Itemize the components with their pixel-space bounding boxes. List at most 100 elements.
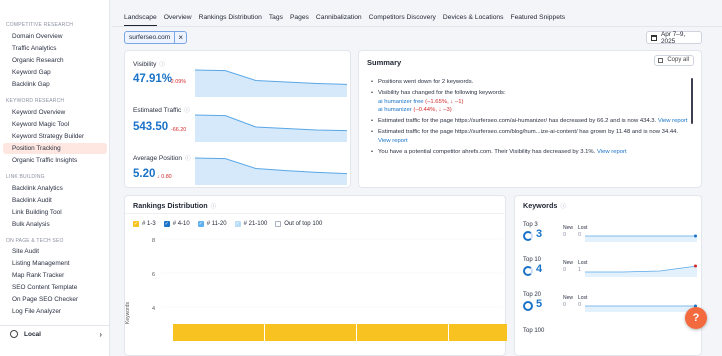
summary-list: Positions went down for 2 keywords. Visi… [371, 78, 691, 159]
tab-rankings-distribution[interactable]: Rankings Distribution [199, 12, 262, 26]
chart-bar[interactable] [265, 324, 356, 341]
metric-delta: -2.09% [169, 79, 187, 85]
sidebar-item-log-file-analyzer[interactable]: Log File Analyzer [3, 306, 107, 317]
summary-scrollbar[interactable] [691, 78, 693, 124]
sidebar-item-link-building-tool[interactable]: Link Building Tool [3, 207, 107, 218]
sidebar-item-keyword-overview[interactable]: Keyword Overview [3, 107, 107, 118]
summary-item: Estimated traffic for the page https://s… [371, 128, 691, 145]
sidebar-item-organic-traffic-insights[interactable]: Organic Traffic Insights [3, 155, 107, 166]
metric-label: Average Position [133, 155, 183, 162]
sidebar-item-backlink-gap[interactable]: Backlink Gap [3, 79, 107, 90]
sidebar-item-backlink-audit[interactable]: Backlink Audit [3, 195, 107, 206]
sidebar-item-position-tracking[interactable]: Position Tracking [3, 143, 107, 154]
sparkline-area [585, 306, 697, 312]
keyword-row-top-20[interactable]: Top 20 5 New Lost 0 0 [523, 292, 699, 324]
keyword-row-top-10[interactable]: Top 10 4 New Lost 0 1 [523, 257, 699, 289]
checkbox-checked-icon: ✓ [133, 221, 139, 227]
rankings-distribution-card: Rankings Distribution ⓘ ✓ # 1-3 ✓ # 4-10 ✓ #… [124, 195, 507, 356]
rankings-title: Rankings Distribution ⓘ [133, 201, 216, 210]
chart-bar[interactable] [173, 324, 264, 341]
sidebar-item-domain-overview[interactable]: Domain Overview [3, 31, 107, 42]
sidebar-section-on-page-tech-seo: ON PAGE & TECH SEO [6, 238, 64, 244]
keyword-row-label: Top 100 [523, 328, 545, 334]
sidebar-item-local[interactable]: Local › [0, 325, 110, 342]
metric-value: 47.91% [133, 73, 173, 85]
metric-average-position: Average Position ⓘ [133, 154, 191, 162]
sidebar-item-map-rank-tracker[interactable]: Map Rank Tracker [3, 270, 107, 281]
metric-label: Visibility [133, 61, 157, 68]
legend-item-1-3[interactable]: ✓ # 1-3 [133, 221, 156, 227]
info-icon[interactable]: ⓘ [211, 204, 217, 210]
sidebar-item-bulk-analysis[interactable]: Bulk Analysis [3, 219, 107, 230]
summary-text: Estimated traffic for the page https://s… [378, 129, 679, 136]
chart-bar[interactable] [449, 324, 507, 341]
sidebar-item-seo-content-template[interactable]: SEO Content Template [3, 282, 107, 293]
summary-item: You have a potential competitor ahrefs.c… [371, 148, 691, 157]
tab-competitors-discovery[interactable]: Competitors Discovery [369, 12, 436, 26]
sidebar-section-keyword-research: KEYWORD RESEARCH [6, 98, 65, 104]
info-icon[interactable]: ⓘ [185, 156, 191, 162]
sidebar-item-listing-management[interactable]: Listing Management [3, 258, 107, 269]
metric-sparkline [195, 114, 347, 142]
chart-bar[interactable] [357, 324, 448, 341]
sidebar-item-keyword-magic-tool[interactable]: Keyword Magic Tool [3, 119, 107, 130]
legend-item-out-of-top-100[interactable]: Out of top 100 [275, 221, 322, 227]
metric-delta: ↓ 0.80 [157, 174, 172, 180]
view-report-link[interactable]: View report [658, 118, 688, 124]
checkbox-checked-icon: ✓ [197, 221, 204, 227]
legend-label: # 11-20 [206, 221, 227, 227]
progress-ring-icon [523, 266, 533, 276]
keyword-link[interactable]: ai humanizer [378, 107, 412, 113]
sidebar-item-on-page-seo-checker[interactable]: On Page SEO Checker [3, 294, 107, 305]
keyword-sparkline [585, 234, 697, 242]
legend-label: Out of top 100 [284, 221, 323, 227]
new-value: 0 [563, 232, 567, 238]
tab-devices-locations[interactable]: Devices & Locations [443, 12, 504, 26]
tab-featured-snippets[interactable]: Featured Snippets [511, 12, 566, 26]
close-icon[interactable]: × [174, 32, 186, 43]
info-icon[interactable]: ⓘ [159, 62, 165, 68]
rankings-divider [125, 213, 507, 214]
sidebar-item-keyword-strategy-builder[interactable]: Keyword Strategy Builder [3, 131, 107, 142]
tab-overview[interactable]: Overview [164, 12, 192, 26]
rankings-ylabel: Keywords [125, 302, 131, 324]
keyword-row-top-3[interactable]: Top 3 3 New Lost 0 0 [523, 222, 699, 254]
legend-item-21-100[interactable]: ✓ # 21-100 [234, 221, 267, 227]
lost-value: 1 [578, 267, 582, 273]
summary-item: Visibility has changed for the following… [371, 89, 691, 114]
copy-all-button[interactable]: Copy all [654, 55, 694, 66]
metric-delta: -66.20 [171, 127, 187, 133]
sidebar-item-backlink-analytics[interactable]: Backlink Analytics [3, 183, 107, 194]
tab-pages[interactable]: Pages [290, 12, 309, 26]
keyword-link[interactable]: ai humanizer free [378, 99, 424, 105]
domain-chip[interactable]: surferseo.com × [124, 31, 188, 44]
rankings-title-text: Rankings Distribution [133, 201, 208, 210]
metric-sparkline [195, 69, 347, 97]
view-report-link[interactable]: View report [378, 138, 408, 144]
info-icon[interactable]: ⓘ [560, 204, 566, 210]
help-button[interactable]: ? [685, 307, 707, 329]
legend-item-4-10[interactable]: ✓ # 4-10 [163, 221, 190, 227]
summary-text: Positions went down for 2 keywords. [378, 79, 474, 85]
metric-value: 543.50 [133, 121, 169, 133]
info-icon[interactable]: ⓘ [184, 108, 190, 114]
sidebar-item-traffic-analytics[interactable]: Traffic Analytics [3, 43, 107, 54]
keyword-row-top-100[interactable]: Top 100 [523, 328, 699, 356]
sidebar-item-organic-research[interactable]: Organic Research [3, 55, 107, 66]
y-tick-label: 6 [152, 272, 155, 278]
tab-cannibalization[interactable]: Cannibalization [316, 12, 362, 26]
sidebar-item-site-audit[interactable]: Site Audit [3, 246, 107, 257]
rankings-chart: Keywords 8 6 4 [125, 238, 507, 341]
sidebar-section-link-building: LINK BUILDING [6, 174, 45, 180]
date-range-button[interactable]: Apr 7–9, 2025 [646, 31, 702, 45]
sidebar-item-keyword-gap[interactable]: Keyword Gap [3, 67, 107, 78]
tab-landscape[interactable]: Landscape [124, 12, 157, 26]
keyword-row-value: 3 [536, 228, 543, 240]
view-report-link[interactable]: View report [597, 149, 627, 155]
tab-bar: Landscape Overview Rankings Distribution… [124, 12, 572, 26]
legend-item-11-20[interactable]: ✓ # 11-20 [197, 221, 227, 227]
copy-all-label: Copy all [667, 57, 689, 63]
sparkline-point [694, 264, 697, 268]
keywords-title-text: Keywords [523, 201, 558, 210]
tab-tags[interactable]: Tags [269, 12, 283, 26]
